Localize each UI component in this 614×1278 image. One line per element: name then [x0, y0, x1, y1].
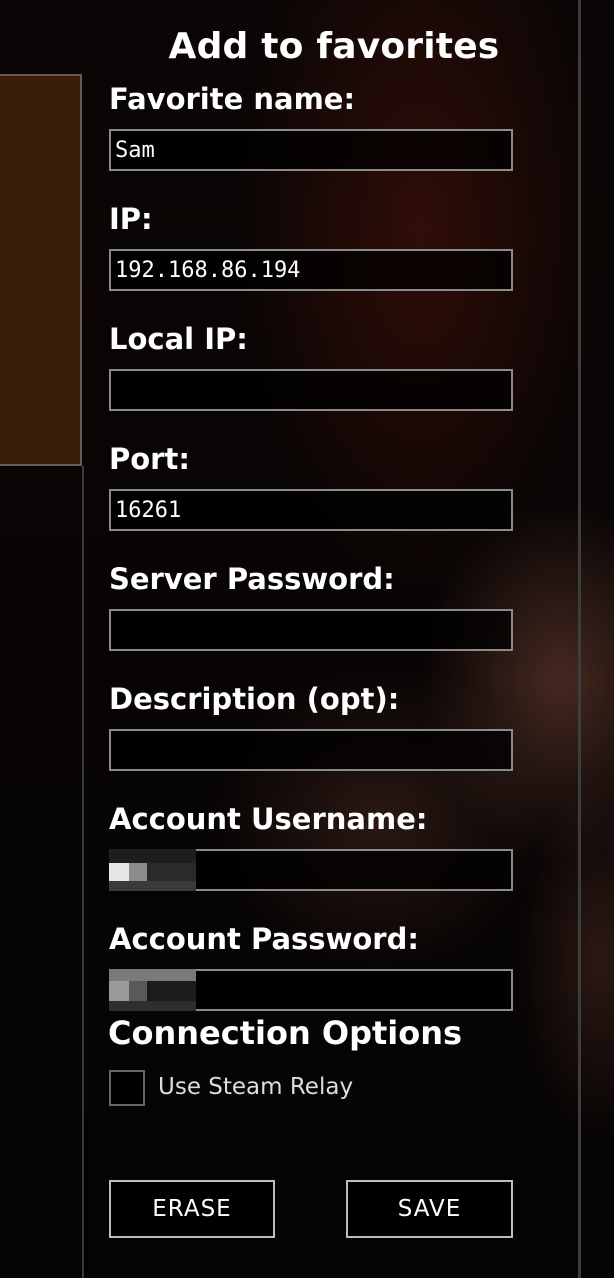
- erase-button[interactable]: ERASE: [109, 1180, 275, 1238]
- local-ip-input[interactable]: [109, 369, 513, 411]
- port-input[interactable]: [109, 489, 513, 531]
- steam-relay-label[interactable]: Use Steam Relay: [158, 1074, 353, 1100]
- server-password-input[interactable]: [109, 609, 513, 651]
- description-label: Description (opt):: [109, 682, 400, 716]
- redacted-username-overlay: [109, 849, 196, 891]
- steam-relay-checkbox[interactable]: [109, 1070, 145, 1106]
- account-password-label: Account Password:: [109, 922, 419, 956]
- server-list-panel[interactable]: [0, 74, 82, 466]
- description-input[interactable]: [109, 729, 513, 771]
- local-ip-label: Local IP:: [109, 322, 248, 356]
- server-password-label: Server Password:: [109, 562, 395, 596]
- panel-divider-right: [578, 0, 581, 1278]
- save-button[interactable]: SAVE: [346, 1180, 513, 1238]
- dialog-title: Add to favorites: [168, 26, 500, 67]
- ip-label: IP:: [109, 202, 153, 236]
- account-username-label: Account Username:: [109, 802, 428, 836]
- redacted-password-overlay: [109, 969, 196, 1011]
- ip-input[interactable]: [109, 249, 513, 291]
- connection-options-heading: Connection Options: [108, 1014, 463, 1052]
- panel-divider-left: [82, 466, 84, 1278]
- add-favorite-screen: Add to favorites Favorite name: IP: Loca…: [0, 0, 614, 1278]
- port-label: Port:: [109, 442, 190, 476]
- favorite-name-input[interactable]: [109, 129, 513, 171]
- favorite-name-label: Favorite name:: [109, 82, 356, 116]
